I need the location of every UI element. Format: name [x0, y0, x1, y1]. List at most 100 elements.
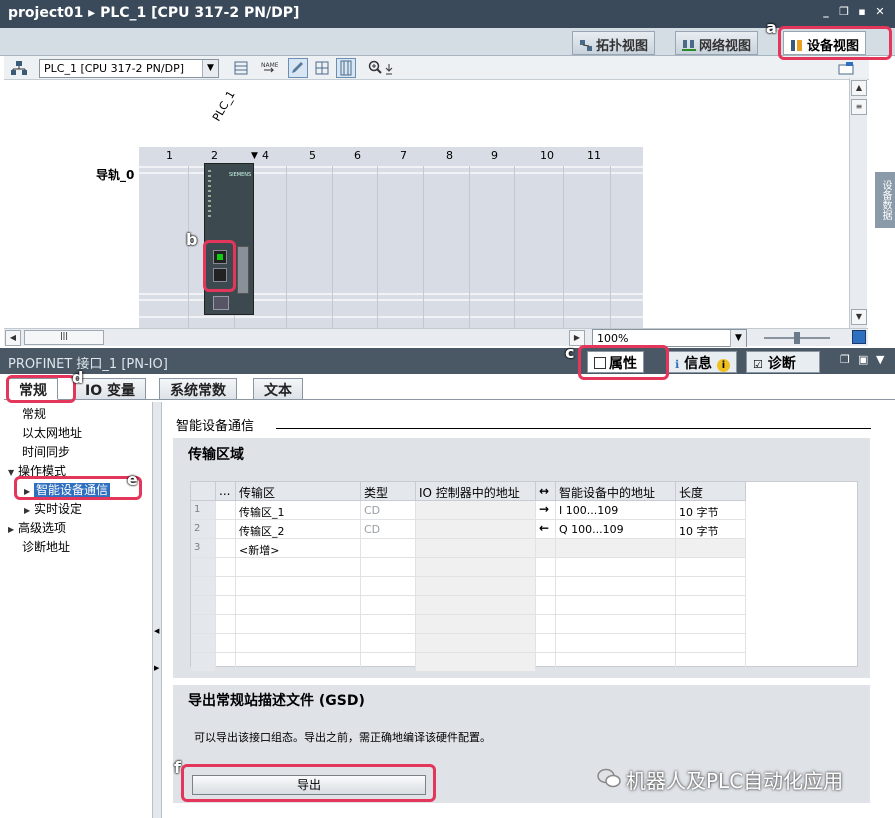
zoom-in-icon[interactable]	[366, 58, 396, 78]
table-cell[interactable]	[556, 596, 676, 615]
column-header-device-address[interactable]: 智能设备中的地址	[556, 482, 676, 501]
table-cell[interactable]	[216, 615, 236, 634]
nav-item-diagnostic-address[interactable]: 诊断地址	[22, 538, 70, 555]
table-cell[interactable]	[536, 558, 556, 577]
column-header-type[interactable]: 类型	[361, 482, 416, 501]
table-cell[interactable]	[676, 615, 746, 634]
table-cell[interactable]	[556, 653, 676, 672]
table-cell[interactable]	[536, 539, 556, 558]
tab-topology-view[interactable]: 拓扑视图	[572, 31, 656, 55]
table-cell[interactable]	[236, 653, 361, 672]
table-cell[interactable]	[216, 577, 236, 596]
side-tab-device-data[interactable]: 设备数据	[875, 172, 895, 228]
column-header-direction[interactable]: ↔	[536, 482, 556, 501]
table-cell[interactable]	[216, 634, 236, 653]
table-cell[interactable]	[416, 615, 536, 634]
table-cell[interactable]	[676, 634, 746, 653]
table-cell[interactable]	[536, 615, 556, 634]
scroll-left-icon[interactable]: ◀	[5, 330, 21, 346]
table-cell[interactable]	[416, 520, 536, 539]
table-cell[interactable]	[216, 520, 236, 539]
restore-icon[interactable]: ❐	[838, 6, 850, 18]
table-cell[interactable]	[361, 539, 416, 558]
column-header-controller-address[interactable]: IO 控制器中的地址	[416, 482, 536, 501]
table-cell[interactable]: →	[536, 501, 556, 520]
table-cell[interactable]	[216, 501, 236, 520]
collapsed-icon[interactable]: ▶	[24, 506, 34, 515]
nav-item-time-sync[interactable]: 时间同步	[22, 443, 70, 460]
table-cell[interactable]	[676, 653, 746, 672]
scroll-thumb[interactable]: ≡	[851, 99, 867, 115]
collapse-left-icon[interactable]: ◀	[154, 627, 159, 635]
close-icon[interactable]: ✕	[874, 6, 886, 18]
collapse-icon[interactable]: ▼	[876, 353, 884, 366]
device-tree-icon[interactable]	[9, 58, 29, 78]
vertical-scrollbar[interactable]: ▲ ≡ ▼	[849, 78, 867, 328]
transfer-area-table[interactable]: ... 传输区 类型 IO 控制器中的地址 ↔ 智能设备中的地址 长度 1 传输区…	[190, 481, 858, 672]
chevron-down-icon[interactable]: ▼	[202, 60, 218, 77]
table-cell[interactable]	[416, 501, 536, 520]
table-cell[interactable]	[361, 596, 416, 615]
minimize-icon[interactable]: _	[820, 6, 832, 18]
table-cell[interactable]: 传输区_1	[236, 501, 361, 520]
name-icon[interactable]: NAME	[259, 58, 279, 78]
table-cell[interactable]: Q 100...109	[556, 520, 676, 539]
tab-diagnostics[interactable]: ☑ 诊断	[746, 351, 820, 373]
pen-icon[interactable]	[288, 58, 308, 78]
rack-icon[interactable]	[336, 58, 356, 78]
table-cell[interactable]	[416, 558, 536, 577]
cpu-module[interactable]: SIEMENS	[204, 163, 254, 315]
tab-io-tags[interactable]: IO 变量	[74, 378, 146, 400]
table-cell[interactable]	[416, 577, 536, 596]
tab-info[interactable]: ℹ 信息 i	[668, 351, 737, 373]
table-cell[interactable]	[556, 577, 676, 596]
table-cell[interactable]	[416, 653, 536, 672]
table-cell[interactable]	[676, 577, 746, 596]
zoom-slider-handle[interactable]	[794, 332, 800, 344]
table-cell[interactable]	[361, 558, 416, 577]
collapsed-icon[interactable]: ▶	[8, 525, 18, 534]
table-cell[interactable]	[536, 577, 556, 596]
table-cell[interactable]	[416, 539, 536, 558]
column-header-name[interactable]: 传输区	[236, 482, 361, 501]
tab-texts[interactable]: 文本	[253, 378, 303, 400]
nav-item-ethernet-address[interactable]: 以太网地址	[22, 424, 82, 441]
nav-splitter[interactable]: ◀ ▶	[152, 402, 162, 818]
table-cell[interactable]	[216, 558, 236, 577]
table-cell[interactable]	[676, 596, 746, 615]
column-header-more[interactable]: ...	[216, 482, 236, 501]
overview-icon[interactable]	[231, 58, 251, 78]
maximize-icon[interactable]: ▪	[856, 6, 868, 18]
scroll-up-icon[interactable]: ▲	[851, 80, 867, 96]
tab-system-constants[interactable]: 系统常数	[159, 378, 237, 400]
table-cell[interactable]	[236, 558, 361, 577]
table-cell[interactable]	[236, 596, 361, 615]
table-cell[interactable]: CD	[361, 520, 416, 539]
table-cell[interactable]	[236, 634, 361, 653]
table-cell[interactable]	[216, 539, 236, 558]
expand-right-icon[interactable]: ▶	[154, 664, 159, 672]
column-header-length[interactable]: 长度	[676, 482, 746, 501]
table-cell[interactable]	[361, 577, 416, 596]
table-cell[interactable]	[536, 634, 556, 653]
table-cell[interactable]	[236, 615, 361, 634]
scroll-thumb[interactable]: |||	[24, 330, 104, 345]
settings-panel-icon[interactable]	[836, 58, 856, 78]
table-cell[interactable]	[416, 596, 536, 615]
nav-item-realtime-settings[interactable]: ▶ 实时设定	[24, 500, 82, 517]
overview-nav-icon[interactable]	[852, 330, 866, 344]
window-icon[interactable]: ▣	[858, 353, 868, 366]
nav-item-advanced-options[interactable]: ▶ 高级选项	[8, 519, 66, 536]
table-cell[interactable]: I 100...109	[556, 501, 676, 520]
table-cell[interactable]	[676, 539, 746, 558]
table-cell[interactable]	[556, 558, 676, 577]
chevron-down-icon[interactable]: ▼	[730, 330, 746, 347]
table-cell[interactable]	[416, 634, 536, 653]
table-cell[interactable]	[536, 596, 556, 615]
tab-network-view[interactable]: 网络视图	[675, 31, 759, 55]
table-cell[interactable]: 10 字节	[676, 520, 746, 539]
table-cell[interactable]	[536, 653, 556, 672]
table-cell[interactable]	[676, 558, 746, 577]
table-cell[interactable]	[556, 615, 676, 634]
table-cell[interactable]: ←	[536, 520, 556, 539]
